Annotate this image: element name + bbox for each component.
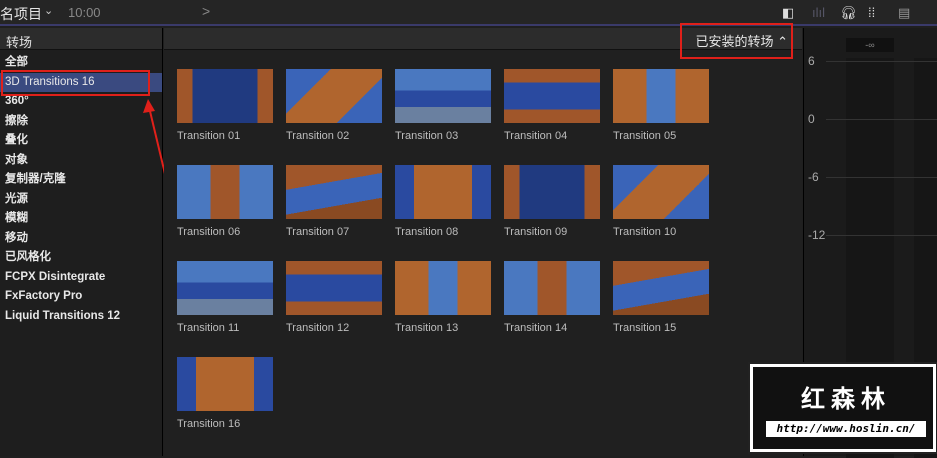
sidebar-item[interactable]: 叠化 [0,131,162,151]
meter-gridline [826,177,937,178]
transition-label: Transition 05 [613,130,677,142]
transition-thumbnail[interactable] [395,261,491,315]
transition-thumbnail[interactable] [395,165,491,219]
transitions-browser: 已安装的转场 ⌃ Transition 01 Transition 02 Trans… [164,28,802,456]
transition-label: Transition 02 [286,130,350,142]
audio-waveform-icon[interactable]: ılıl [812,5,825,20]
top-toolbar: 名项目 ⌄ 10:00 > ◧ ılıl 🎧︎ ⁞⁞ ▤ [0,0,937,26]
sidebar-item[interactable]: FxFactory Pro [0,287,162,307]
sidebar-item[interactable]: 对象 [0,151,162,171]
meter-scale-label: -12 [808,228,826,242]
transition-label: Transition 04 [504,130,568,142]
transition-thumbnail[interactable] [177,261,273,315]
transition-label: Transition 16 [177,418,241,430]
filmstrip-icon[interactable]: ▤ [898,5,910,21]
transition-thumbnail[interactable] [613,261,709,315]
sidebar-item[interactable]: FCPX Disintegrate [0,268,162,288]
watermark-name: 红森林 [801,386,891,413]
sidebar-item[interactable]: 擦除 [0,112,162,132]
transition-label: Transition 15 [613,322,677,334]
transition-label: Transition 12 [286,322,350,334]
transition-label: Transition 01 [177,130,241,142]
transition-thumbnail[interactable] [395,69,491,123]
watermark: 红森林 http://www.hoslin.cn/ [750,364,936,452]
peak-readout: -∞ [846,38,894,52]
meter-scale-label: 0 [808,112,815,126]
forward-button[interactable]: > [202,3,210,19]
sidebar-item[interactable]: 复制器/克隆 [0,170,162,190]
sidebar-item[interactable]: Liquid Transitions 12 [0,307,162,327]
transition-label: Transition 07 [286,226,350,238]
watermark-url: http://www.hoslin.cn/ [766,421,926,437]
meter-gridline [826,119,937,120]
transition-thumbnail[interactable] [504,261,600,315]
meter-scale-label: 6 [808,54,815,68]
transition-thumbnail[interactable] [177,165,273,219]
transition-thumbnail[interactable] [286,165,382,219]
timecode: 10:00 [68,5,101,20]
transition-thumbnail[interactable] [504,165,600,219]
headphones-icon[interactable]: 🎧︎ [840,5,857,21]
meter-scale-label: -6 [808,170,819,184]
annotation-box [680,23,793,59]
project-name[interactable]: 名项目 [0,4,42,24]
transition-thumbnail[interactable] [504,69,600,123]
sidebar-title: 转场 [0,28,162,50]
transition-label: Transition 13 [395,322,459,334]
transition-label: Transition 06 [177,226,241,238]
transition-thumbnail[interactable] [286,69,382,123]
transition-label: Transition 08 [395,226,459,238]
meter-gridline [826,61,937,62]
sidebar-item[interactable]: 模糊 [0,209,162,229]
transition-thumbnail[interactable] [613,69,709,123]
snapping-icon[interactable]: ⁞⁞ [868,5,875,20]
sidebar-item[interactable]: 光源 [0,190,162,210]
transition-label: Transition 14 [504,322,568,334]
sidebar-item[interactable]: 已风格化 [0,248,162,268]
skimming-icon[interactable]: ◧ [782,5,794,21]
transition-label: Transition 10 [613,226,677,238]
sidebar-item[interactable]: 移动 [0,229,162,249]
transition-label: Transition 03 [395,130,459,142]
transition-thumbnail[interactable] [177,357,273,411]
transition-label: Transition 09 [504,226,568,238]
chevron-down-icon[interactable]: ⌄ [44,4,53,17]
transition-thumbnail[interactable] [177,69,273,123]
transition-thumbnail[interactable] [613,165,709,219]
transition-label: Transition 11 [177,322,240,334]
transition-thumbnail[interactable] [286,261,382,315]
annotation-box [1,70,150,96]
meter-gridline [826,235,937,236]
